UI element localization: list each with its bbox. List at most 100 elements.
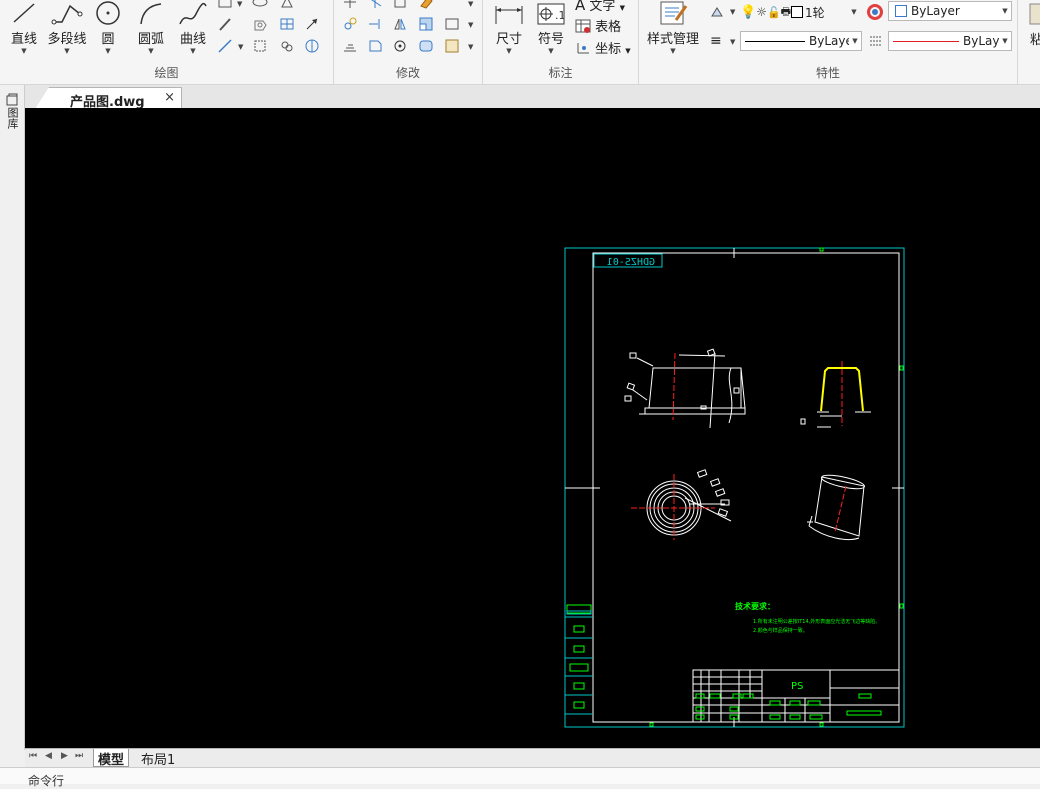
spline-label: 曲线 (179, 32, 206, 47)
extend-icon[interactable] (367, 16, 383, 32)
tab-layout1[interactable]: 布局1 (137, 749, 179, 768)
explode-icon[interactable] (367, 38, 383, 54)
lineweight-list-icon[interactable]: ≡ (710, 33, 722, 49)
side-panel-strip: 图库 (0, 85, 25, 750)
library-tab-label[interactable]: 图库 (6, 107, 19, 129)
scale-icon[interactable] (418, 16, 434, 32)
layer-dropdown[interactable]: 💡 ☼ 🔓 🖶 1轮 ▼ (740, 2, 860, 22)
material-text: PS (791, 681, 803, 692)
symbol-icon: .1 (537, 3, 566, 25)
last-tab-icon[interactable]: ⏭ (75, 751, 83, 761)
circle-button[interactable]: 圆 ▼ (93, 0, 123, 55)
color-dropdown[interactable]: ByLayer ▼ (888, 1, 1012, 21)
fillet-icon[interactable] (418, 38, 434, 54)
chevron-down-icon: ▼ (468, 21, 474, 29)
rectangle-icon[interactable] (217, 0, 233, 10)
document-tab[interactable]: 产品图.dwg × (35, 87, 182, 109)
title-block (692, 669, 900, 723)
linetype-value: ByLayer (809, 34, 849, 48)
front-section-view (624, 348, 746, 429)
svg-text:.1: .1 (555, 9, 566, 22)
line-button[interactable]: 直线 ▼ (6, 0, 42, 55)
sheet-inner-border (592, 252, 900, 723)
linetype-dropdown[interactable]: ByLayer ▼ (740, 31, 862, 51)
paste-button[interactable]: 粘 (1024, 0, 1040, 84)
ribbon: 直线 ▼ 多段线 ▼ 圆 ▼ 圆弧 ▼ 曲线 ▼ ▼ ▼ 绘图 ▼ ▼ ▼ 修改… (0, 0, 1040, 85)
chevron-down-icon: ▼ (506, 47, 512, 55)
next-tab-icon[interactable]: ▶ (61, 751, 68, 761)
symbol-button[interactable]: .1 符号 ▼ (533, 0, 569, 55)
tech-requirements-line-1: 1.所有未注明公差按IT14,外形表面应光洁无飞边等缺陷。 (753, 618, 880, 625)
array-icon[interactable] (392, 0, 408, 10)
trim-icon[interactable] (367, 0, 383, 10)
move-icon[interactable] (342, 0, 358, 10)
hatch-line-icon[interactable] (217, 16, 233, 32)
polygon-icon[interactable] (279, 0, 295, 10)
command-line[interactable]: 命令行 (0, 767, 1040, 788)
properties-edit-icon[interactable] (444, 38, 460, 54)
lineweight-icon[interactable] (868, 33, 884, 49)
ellipse-icon[interactable] (252, 0, 268, 10)
top-view (646, 469, 732, 536)
command-line-label: 命令行 (28, 774, 65, 788)
library-icon[interactable] (5, 93, 19, 107)
bulb-icon: 💡 (740, 4, 757, 20)
first-tab-icon[interactable]: ⏮ (29, 751, 37, 761)
arrow-icon[interactable] (304, 16, 320, 32)
chevron-down-icon: ▼ (1002, 7, 1008, 15)
polyline-icon (51, 4, 83, 25)
paste-label: 粘 (1030, 33, 1040, 48)
boundary-icon[interactable] (252, 38, 268, 54)
line-label: 直线 (10, 32, 37, 47)
color-value: ByLayer (911, 4, 960, 18)
chevron-down-icon: ▼ (730, 38, 736, 46)
chevron-down-icon: ▼ (730, 8, 736, 16)
offset-icon[interactable] (342, 38, 358, 54)
table-icon (575, 19, 591, 33)
ray-icon[interactable] (217, 38, 233, 54)
region-icon[interactable] (252, 16, 268, 32)
text-button[interactable]: A 文字 ▼ (575, 0, 625, 14)
chevron-down-icon: ▼ (625, 47, 631, 55)
rotate-icon[interactable] (392, 38, 408, 54)
cloud-icon[interactable] (279, 38, 295, 54)
copy-icon[interactable] (342, 16, 358, 32)
circle-icon (96, 1, 120, 25)
style-manager-button[interactable]: 样式管理 ▼ (643, 0, 703, 55)
document-tab-bar: 产品图.dwg × (25, 85, 1040, 109)
front-centerline (672, 352, 676, 421)
erase-icon[interactable] (418, 0, 434, 10)
chevron-down-icon: ▼ (238, 43, 244, 51)
arc-label: 圆弧 (137, 32, 164, 47)
arc-button[interactable]: 圆弧 ▼ (134, 0, 168, 55)
chevron-down-icon: ▼ (468, 0, 474, 8)
coordinate-button[interactable]: 坐标 ▼ (575, 38, 631, 57)
properties-group: 样式管理 ▼ ▼ 💡 ☼ 🔓 🖶 1轮 ▼ ByLayer ▼ ≡ ▼ ByLa… (639, 0, 1018, 84)
chevron-down-icon: ▼ (237, 0, 243, 8)
table-button[interactable]: 表格 (575, 16, 621, 35)
chevron-down-icon: ▼ (21, 47, 27, 55)
annotate-group-title: 标注 (548, 66, 573, 80)
draw-group: 直线 ▼ 多段线 ▼ 圆 ▼ 圆弧 ▼ 曲线 ▼ ▼ ▼ 绘图 (0, 0, 334, 84)
wipeout-icon[interactable] (304, 38, 320, 54)
dimension-button[interactable]: 尺寸 ▼ (491, 0, 527, 55)
tab-model[interactable]: 模型 (93, 749, 130, 768)
isometric-centerline (834, 485, 847, 533)
stretch-icon[interactable] (444, 16, 460, 32)
polyline-label: 多段线 (47, 32, 87, 47)
layer-state-icon[interactable] (709, 4, 725, 20)
spline-button[interactable]: 曲线 ▼ (176, 0, 210, 55)
chevron-down-icon: ▼ (1002, 37, 1008, 45)
drawing-canvas[interactable]: GDHZS-01 技术要求： 1.所有未注明公差按IT14,外形表面应光洁无飞边… (25, 108, 1040, 748)
color-wheel-icon[interactable] (867, 4, 883, 20)
close-icon[interactable]: × (164, 90, 175, 105)
modify-group: ▼ ▼ ▼ 修改 (334, 0, 483, 84)
table-grid-icon[interactable] (279, 16, 295, 32)
lineweight-dropdown[interactable]: ByLayer ▼ (888, 31, 1012, 51)
chevron-down-icon: ▼ (468, 43, 474, 51)
prev-tab-icon[interactable]: ◀ (45, 751, 52, 761)
chevron-down-icon: ▼ (105, 47, 111, 55)
mirror-icon[interactable] (392, 16, 408, 32)
layer-color-swatch (791, 6, 804, 18)
polyline-button[interactable]: 多段线 ▼ (46, 0, 88, 55)
